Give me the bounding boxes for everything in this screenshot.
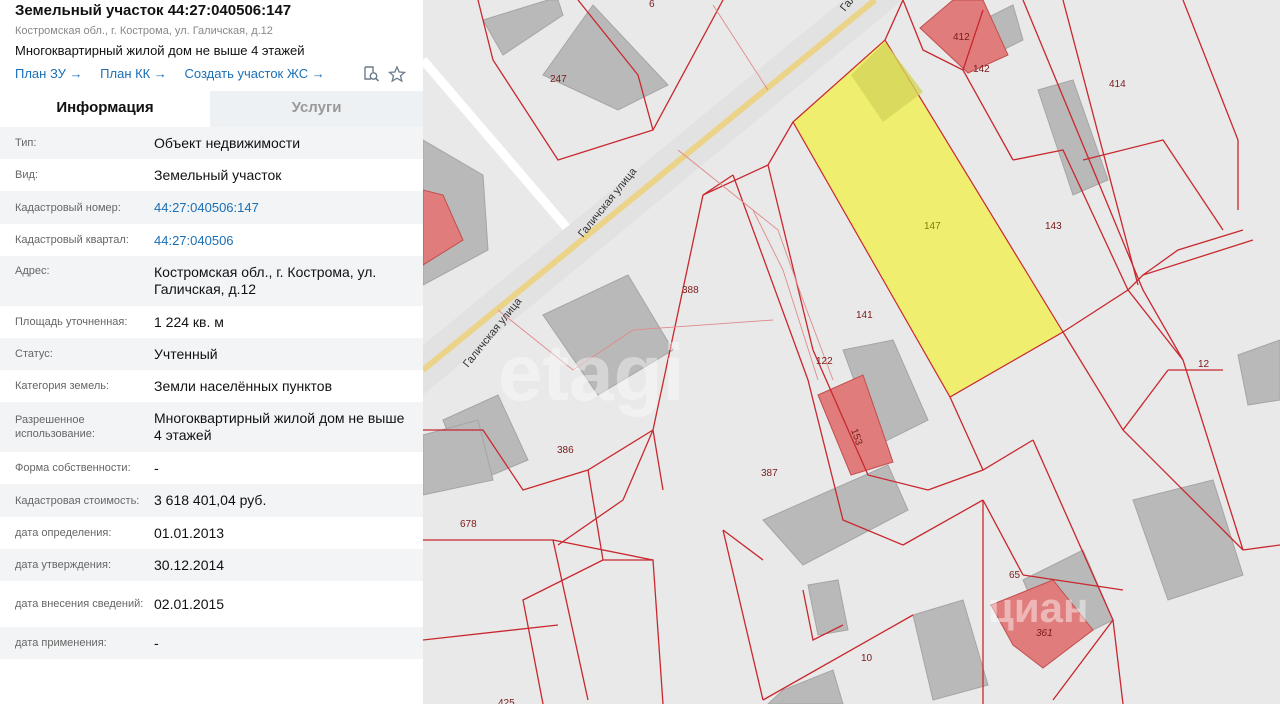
- parcel-title: Земельный участок 44:27:040506:147: [15, 2, 292, 19]
- table-row: дата определения: 01.01.2013: [0, 517, 423, 549]
- row-label: Адрес:: [15, 265, 50, 277]
- watermark-etagi: etagi: [498, 328, 685, 417]
- parcel-label: 412: [953, 32, 970, 43]
- row-label: Статус:: [15, 348, 53, 360]
- row-label: Категория земель:: [15, 380, 110, 392]
- row-label: дата утверждения:: [15, 559, 112, 571]
- row-label: Кадастровый номер:: [15, 201, 121, 214]
- row-label: Тип:: [15, 137, 37, 149]
- row-value: Земельный участок: [154, 166, 282, 183]
- table-row: дата внесения сведений: 02.01.2015: [0, 581, 423, 627]
- row-label: дата применения:: [15, 637, 107, 649]
- row-value: -: [154, 634, 159, 651]
- parcel-label: 361: [1036, 628, 1053, 639]
- panel-tools: [362, 64, 412, 84]
- plan-zu-link[interactable]: План ЗУ →: [15, 66, 83, 81]
- cadastral-number-link[interactable]: 44:27:040506:147: [154, 191, 423, 224]
- row-label: Площадь уточненная:: [15, 316, 128, 328]
- parcel-label-147: 147: [924, 221, 941, 232]
- table-row: Разрешенное использование: Многоквартирн…: [0, 402, 423, 452]
- row-label: Кадастровый квартал:: [15, 234, 129, 246]
- parcel-address-small: Костромская обл., г. Кострома, ул. Галич…: [15, 25, 273, 37]
- parcel-label: 122: [816, 356, 833, 367]
- map-canvas[interactable]: Галичская улица Галичская улица Гал etag…: [423, 0, 1280, 704]
- row-value: 01.01.2013: [154, 524, 225, 541]
- parcel-label: 65: [1009, 570, 1021, 581]
- parcel-label: 143: [1045, 221, 1062, 232]
- row-label: Разрешенное использование:: [15, 414, 95, 440]
- tab-services[interactable]: Услуги: [210, 91, 423, 127]
- info-table: Тип: Объект недвижимости Вид: Земельный …: [0, 127, 423, 659]
- tab-information[interactable]: Информация: [0, 91, 210, 127]
- row-value: 3 618 401,04 руб.: [154, 492, 267, 508]
- parcel-label: 12: [1198, 359, 1210, 370]
- parcel-label: 425: [498, 698, 515, 704]
- row-label: Форма собственности:: [15, 462, 131, 474]
- cadastral-map[interactable]: Галичская улица Галичская улица Гал etag…: [423, 0, 1280, 704]
- tab-bar: Информация Услуги: [0, 91, 423, 127]
- row-label: Кадастровая стоимость:: [15, 494, 140, 507]
- row-value: 30.12.2014: [154, 556, 225, 573]
- star-icon[interactable]: [387, 65, 407, 83]
- cadastral-quarter-link[interactable]: 44:27:040506: [154, 224, 423, 256]
- parcel-label: 141: [856, 310, 873, 321]
- row-value: Многоквартирный жилой дом не выше 4 этаж…: [154, 410, 405, 443]
- plan-kk-link[interactable]: План КК →: [100, 66, 167, 81]
- row-value: Костромская обл., г. Кострома, ул. Галич…: [154, 264, 377, 297]
- action-links: План ЗУ → План КК → Создать участок ЖС →: [15, 66, 339, 81]
- table-row: Кадастровый номер: 44:27:040506:147: [0, 191, 423, 224]
- watermark-cian: циан: [988, 584, 1088, 631]
- row-value: 1 224 кв. м: [154, 313, 224, 330]
- parcel-label: 10: [861, 653, 873, 664]
- parcel-label: 142: [973, 64, 990, 75]
- table-row: Кадастровый квартал: 44:27:040506: [0, 224, 423, 256]
- table-row: дата применения: -: [0, 627, 423, 659]
- parcel-label: 387: [761, 468, 778, 479]
- parcel-description: Многоквартирный жилой дом не выше 4 этаж…: [15, 43, 305, 58]
- row-value: -: [154, 459, 159, 476]
- row-value: 02.01.2015: [154, 595, 225, 612]
- table-row: Категория земель: Земли населённых пункт…: [0, 370, 423, 402]
- table-row: Вид: Земельный участок: [0, 159, 423, 191]
- table-row: дата утверждения: 30.12.2014: [0, 549, 423, 581]
- row-label: дата определения:: [15, 527, 112, 539]
- parcel-label: 678: [460, 519, 477, 530]
- row-label: дата внесения сведений:: [15, 598, 144, 610]
- table-row: Адрес: Костромская обл., г. Кострома, ул…: [0, 256, 423, 306]
- parcel-label: 386: [557, 445, 574, 456]
- table-row: Кадастровая стоимость: 3 618 401,04 руб.: [0, 484, 423, 517]
- search-document-icon[interactable]: [364, 66, 380, 82]
- parcel-label: 247: [550, 74, 567, 85]
- info-panel: Земельный участок 44:27:040506:147 Костр…: [0, 0, 423, 704]
- row-label: Вид:: [15, 169, 38, 181]
- parcel-label: 388: [682, 285, 699, 296]
- table-row: Форма собственности: -: [0, 452, 423, 484]
- create-plot-link[interactable]: Создать участок ЖС →: [185, 66, 325, 81]
- table-row: Тип: Объект недвижимости: [0, 127, 423, 159]
- table-row: Площадь уточненная: 1 224 кв. м: [0, 306, 423, 338]
- row-value: Учтенный: [154, 345, 218, 362]
- table-row: Статус: Учтенный: [0, 338, 423, 370]
- parcel-label: 414: [1109, 79, 1126, 90]
- row-value: Объект недвижимости: [154, 134, 301, 151]
- row-value: Земли населённых пунктов: [154, 377, 333, 394]
- parcel-label: 6: [649, 0, 655, 10]
